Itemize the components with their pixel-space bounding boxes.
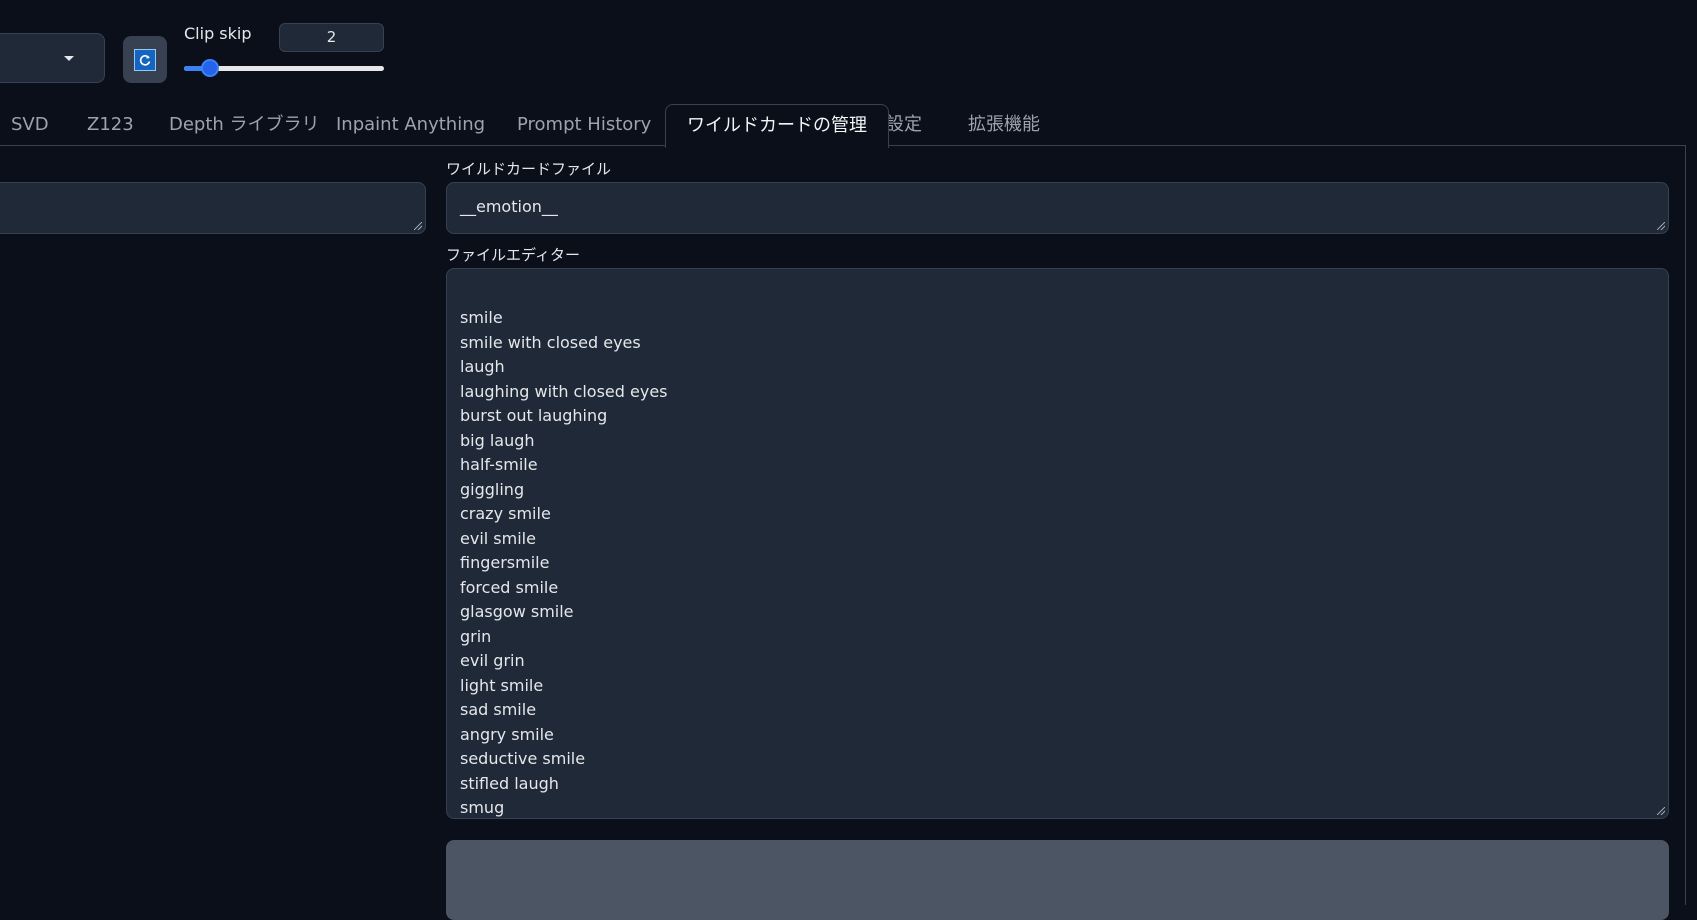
tab-inpaint-anything[interactable]: Inpaint Anything	[315, 104, 506, 146]
editor-line: evil grin	[460, 651, 525, 670]
editor-line: light smile	[460, 675, 544, 695]
editor-line: forced smile	[460, 577, 559, 597]
editor-line: smug	[460, 798, 505, 817]
save-button-area[interactable]	[446, 840, 1669, 920]
slider-thumb[interactable]	[200, 59, 219, 77]
resize-handle-icon[interactable]	[414, 222, 422, 230]
editor-line: laughing with closed eyes	[460, 381, 668, 401]
editor-line: giggling	[460, 479, 525, 499]
editor-line: seductive smile	[460, 749, 586, 768]
resize-handle-icon[interactable]	[1657, 222, 1665, 230]
editor-line: fingersmile	[460, 553, 550, 572]
editor-line: burst out laughing	[460, 406, 608, 425]
editor-line: grin	[460, 626, 492, 646]
clip-skip-slider[interactable]	[184, 59, 384, 77]
file-editor-label: ファイルエディター	[446, 246, 580, 264]
tab-svd[interactable]: SVD	[0, 104, 70, 146]
wildcard-file-label: ワイルドカードファイル	[446, 160, 612, 178]
file-editor-textarea[interactable]: smile smile with closed eyes laugh laughing…	[446, 268, 1669, 819]
resize-handle-icon[interactable]	[1657, 807, 1665, 815]
refresh-icon	[134, 48, 156, 71]
editor-line: big laugh	[460, 430, 535, 450]
wildcard-file-value: __emotion__	[460, 197, 558, 216]
wildcard-search-input[interactable]	[0, 182, 426, 234]
editor-line: laugh	[460, 357, 505, 376]
wildcard-file-field[interactable]: __emotion__	[446, 182, 1669, 234]
editor-line: crazy smile	[460, 504, 551, 523]
editor-line: smile with closed eyes	[460, 332, 641, 352]
tab-depth-library[interactable]: Depth ライブラリ	[148, 104, 341, 146]
refresh-button[interactable]	[123, 36, 167, 83]
tab-extensions[interactable]: 拡張機能	[947, 104, 1061, 146]
editor-line: sad smile	[460, 700, 537, 719]
editor-line: stifled laugh	[460, 773, 559, 793]
tab-wildcard-manager[interactable]: ワイルドカードの管理	[665, 104, 889, 148]
tab-bar: SVD Z123 Depth ライブラリ Inpaint Anything Pr…	[0, 104, 1697, 148]
clip-skip-number-input[interactable]: 2	[279, 23, 384, 52]
editor-line: glasgow smile	[460, 602, 574, 621]
tab-prompt-history[interactable]: Prompt History	[496, 104, 672, 146]
editor-line: angry smile	[460, 724, 554, 744]
clip-skip-label: Clip skip	[184, 24, 252, 43]
tab-z123[interactable]: Z123	[66, 104, 155, 146]
editor-line: evil smile	[460, 528, 536, 548]
checkpoint-dropdown[interactable]	[0, 33, 105, 83]
editor-line: half-smile	[460, 455, 538, 474]
chevron-down-icon	[64, 56, 74, 61]
editor-line: smile	[460, 308, 503, 327]
